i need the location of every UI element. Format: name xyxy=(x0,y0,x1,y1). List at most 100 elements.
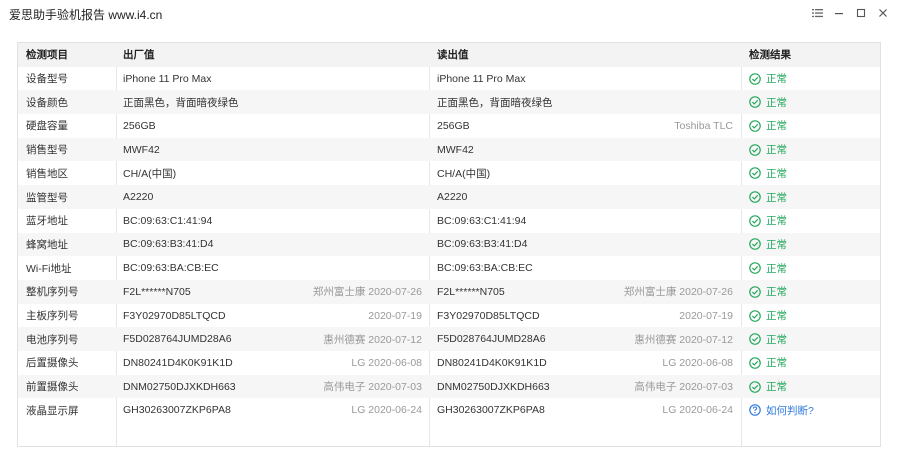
result-text: 正常 xyxy=(766,310,787,323)
header-read: 读出值 xyxy=(437,49,469,62)
check-circle-icon xyxy=(749,262,761,274)
header-result: 检测结果 xyxy=(749,49,791,62)
table-row: 电池序列号 F5D028764JUMD28A6 惠州德赛 2020-07-12 F5D… xyxy=(18,327,880,352)
check-circle-icon xyxy=(749,96,761,109)
check-circle-icon xyxy=(749,120,761,132)
read-note: LG 2020-06-24 xyxy=(662,404,733,417)
result-status: 正常 xyxy=(749,237,787,252)
question-circle-icon xyxy=(749,404,761,417)
check-circle-icon xyxy=(749,286,761,298)
table-row: 硬盘容量 256GB 256GB Toshiba TLC 正常 xyxy=(18,114,880,138)
item-label: 后置摄像头 xyxy=(26,357,79,370)
factory-note: 2020-07-19 xyxy=(368,309,422,322)
read-note: Toshiba TLC xyxy=(674,119,733,132)
close-icon[interactable] xyxy=(874,4,892,22)
report-table: 检测项目 出厂值 读出值 检测结果 设备型号 iPhone 11 Pro Max i… xyxy=(17,42,881,447)
check-circle-icon xyxy=(749,72,761,85)
window-controls xyxy=(808,4,892,22)
result-text: 正常 xyxy=(766,215,787,228)
item-label: 监管型号 xyxy=(26,191,68,204)
result-status: 正常 xyxy=(749,95,787,110)
read-note xyxy=(437,162,733,186)
result-text: 正常 xyxy=(766,381,787,394)
result-text: 正常 xyxy=(766,238,787,251)
item-label: 销售地区 xyxy=(26,167,68,180)
item-label: 销售型号 xyxy=(26,144,68,157)
table-row: 监管型号 A2220 A2220 正常 xyxy=(18,185,880,209)
factory-note xyxy=(128,67,422,91)
result-status: 正常 xyxy=(749,379,787,394)
item-label: 蓝牙地址 xyxy=(26,215,68,228)
minimize-icon[interactable] xyxy=(830,4,848,22)
window-title: 爱思助手验机报告 www.i4.cn xyxy=(9,8,163,22)
table-row: 整机序列号 F2L******N705 郑州富士康 2020-07-26 F2L***… xyxy=(18,280,880,304)
factory-note xyxy=(128,256,422,280)
result-status: 正常 xyxy=(749,308,787,323)
read-note: 郑州富士康 2020-07-26 xyxy=(623,286,733,299)
check-circle-icon xyxy=(749,333,761,346)
result-status: 正常 xyxy=(749,118,787,133)
table-row: 主板序列号 F3Y02970D85LTQCD 2020-07-19 F3Y02970D… xyxy=(18,304,880,328)
maximize-icon[interactable] xyxy=(852,4,870,22)
factory-note xyxy=(128,114,422,138)
table-row: 前置摄像头 DNM02750DJXKDH663 高伟电子 2020-07-03 DNM… xyxy=(18,374,880,399)
judge-help-link[interactable]: 如何判断? xyxy=(749,403,814,418)
factory-note xyxy=(128,90,422,114)
read-note: LG 2020-06-08 xyxy=(662,356,733,369)
result-text: 正常 xyxy=(766,333,787,346)
result-status: 正常 xyxy=(749,190,787,205)
table-row: 设备型号 iPhone 11 Pro Max iPhone 11 Pro Max 正常 xyxy=(18,67,880,91)
menu-icon[interactable] xyxy=(808,4,826,22)
read-note xyxy=(437,67,733,91)
factory-note xyxy=(128,162,422,186)
factory-note xyxy=(128,209,422,233)
table-row: 设备颜色 正面黑色，背面暗夜绿色 正面黑色，背面暗夜绿色 正常 xyxy=(18,90,880,115)
factory-note xyxy=(128,233,422,257)
result-status: 正常 xyxy=(749,261,787,276)
read-note xyxy=(437,209,733,233)
read-note xyxy=(437,138,733,162)
check-circle-icon xyxy=(749,238,761,251)
check-circle-icon xyxy=(749,357,761,369)
check-circle-icon xyxy=(749,167,761,180)
result-text: 正常 xyxy=(766,357,787,370)
read-note xyxy=(437,90,733,114)
table-row: 后置摄像头 DN80241D4K0K91K1D LG 2020-06-08 DN802… xyxy=(18,351,880,375)
table-row: 蓝牙地址 BC:09:63:C1:41:94 BC:09:63:C1:41:94 正常 xyxy=(18,209,880,233)
table-row: 液晶显示屏 GH30263007ZKP6PA8 LG 2020-06-24 GH302… xyxy=(18,399,880,423)
result-text: 正常 xyxy=(766,167,787,180)
factory-note xyxy=(128,138,422,162)
result-status: 正常 xyxy=(749,71,787,86)
table-header: 检测项目 出厂值 读出值 检测结果 xyxy=(18,43,880,67)
item-label: 设备颜色 xyxy=(26,96,68,109)
result-status: 正常 xyxy=(749,332,787,347)
item-label: 整机序列号 xyxy=(26,286,79,299)
check-circle-icon xyxy=(749,191,761,203)
item-label: 液晶显示屏 xyxy=(26,404,79,417)
item-label: 蜂窝地址 xyxy=(26,238,68,251)
read-note xyxy=(437,185,733,209)
result-status: 正常 xyxy=(749,213,787,228)
table-row: Wi-Fi地址 BC:09:63:BA:CB:EC BC:09:63:BA:CB:E… xyxy=(18,256,880,280)
item-label: 设备型号 xyxy=(26,73,68,86)
check-circle-icon xyxy=(749,143,761,156)
item-label: 硬盘容量 xyxy=(26,120,68,133)
header-factory: 出厂值 xyxy=(123,49,155,62)
result-text: 正常 xyxy=(766,96,787,109)
factory-note: 高伟电子 2020-07-03 xyxy=(323,381,422,394)
item-label: 电池序列号 xyxy=(26,333,79,346)
result-text: 正常 xyxy=(766,262,787,275)
check-circle-icon xyxy=(749,380,761,393)
read-note xyxy=(437,256,733,280)
factory-note: LG 2020-06-24 xyxy=(351,404,422,417)
result-status: 正常 xyxy=(749,142,787,157)
factory-note xyxy=(128,185,422,209)
factory-note: 郑州富士康 2020-07-26 xyxy=(312,286,422,299)
factory-note: 惠州德赛 2020-07-12 xyxy=(323,333,422,346)
item-label: 前置摄像头 xyxy=(26,381,79,394)
read-note: 2020-07-19 xyxy=(679,309,733,322)
check-circle-icon xyxy=(749,309,761,322)
result-status: 正常 xyxy=(749,284,787,299)
table-row: 蜂窝地址 BC:09:63:B3:41:D4 BC:09:63:B3:41:D4 正常 xyxy=(18,232,880,257)
read-note: 惠州德赛 2020-07-12 xyxy=(634,333,733,346)
